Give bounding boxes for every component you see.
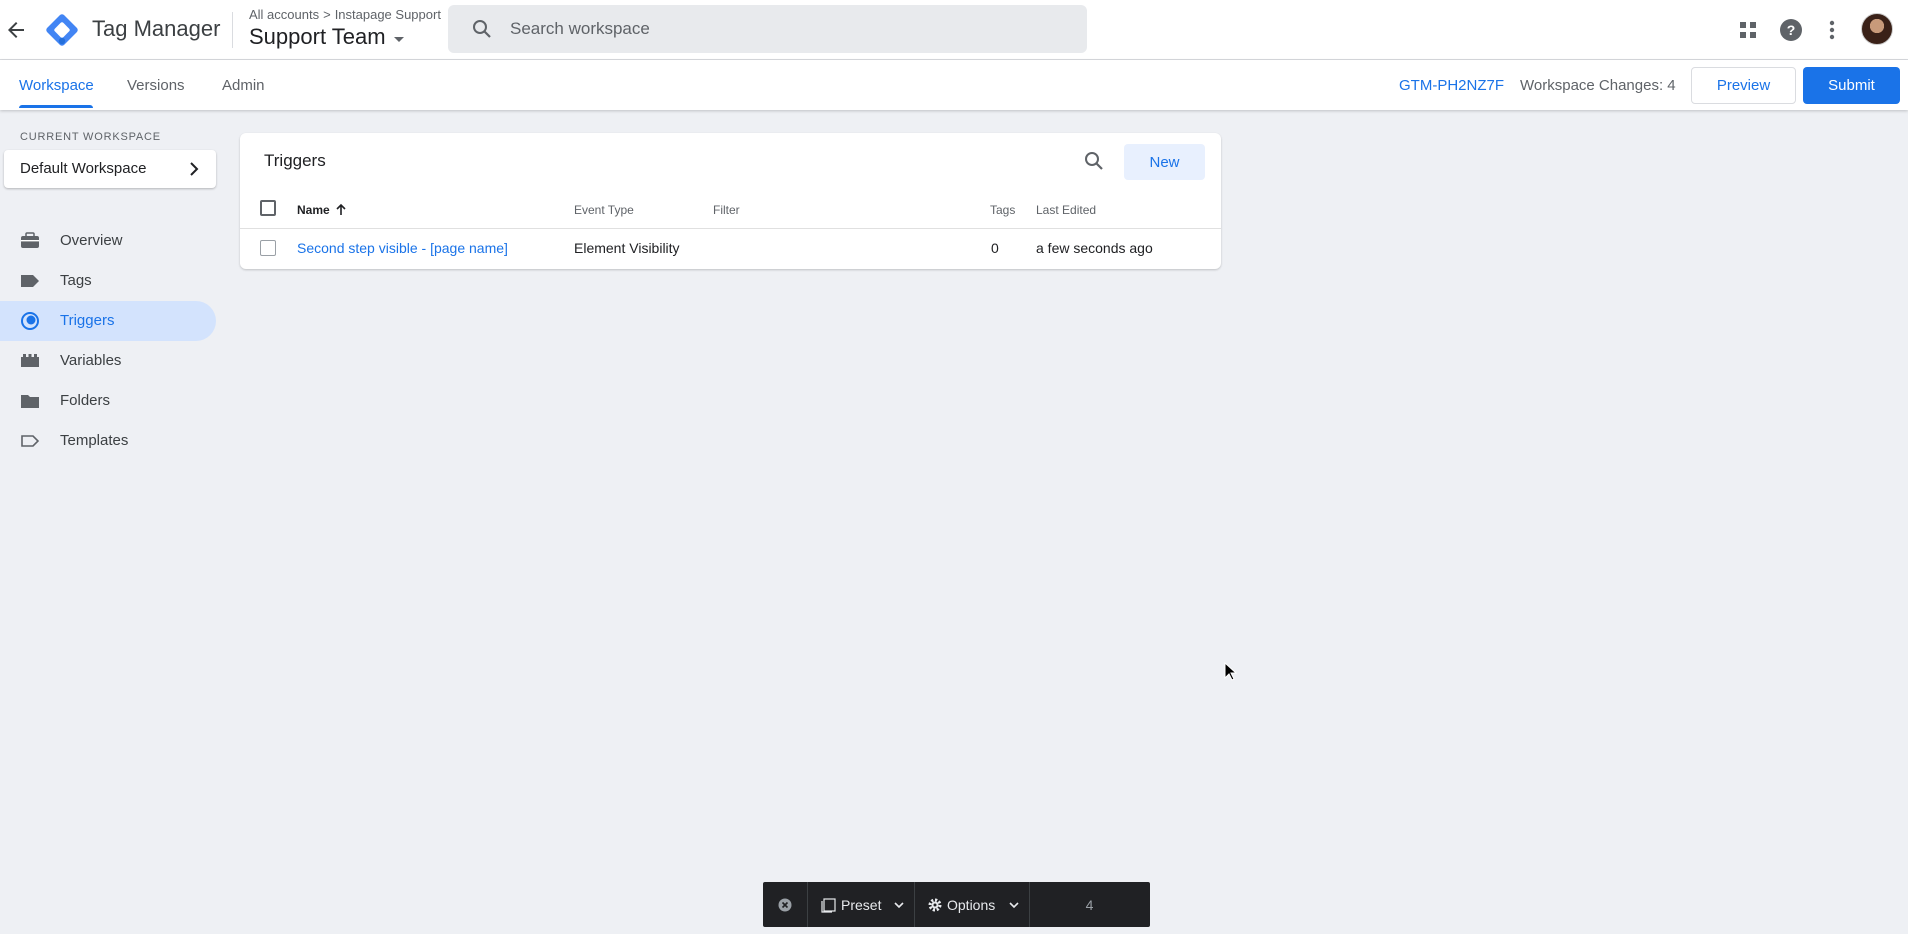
tab-workspace[interactable]: Workspace (19, 77, 94, 94)
row-checkbox[interactable] (260, 240, 276, 256)
divider (232, 12, 233, 48)
trigger-icon (21, 312, 39, 330)
divider (807, 882, 808, 927)
sidebar-item-label: Folders (60, 392, 111, 409)
options-button[interactable]: Options (927, 882, 995, 927)
card-title: Triggers (264, 151, 326, 170)
sidebar-item-label: Overview (60, 232, 123, 249)
search-bar[interactable] (448, 5, 1087, 53)
sort-ascending-icon (336, 203, 346, 215)
count-display: 4 (1085, 896, 1094, 913)
preset-frame-icon (821, 897, 836, 913)
chevron-down-icon (1009, 901, 1019, 908)
preset-label: Preset (841, 896, 882, 913)
breadcrumb-separator: > (323, 7, 331, 22)
tab-versions[interactable]: Versions (127, 77, 185, 94)
options-dropdown-button[interactable] (1008, 882, 1020, 927)
workspace-name: Default Workspace (20, 160, 147, 177)
trigger-name-link[interactable]: Second step visible - [page name] (297, 240, 508, 256)
new-trigger-button[interactable]: New (1124, 144, 1205, 180)
trigger-tags-count: 0 (991, 240, 999, 256)
sidebar-item-folders[interactable]: Folders (0, 381, 216, 421)
sidebar-item-tags[interactable]: Tags (0, 261, 216, 301)
options-label: Options (947, 896, 996, 913)
sidebar-item-label: Variables (60, 352, 122, 369)
close-button[interactable] (777, 882, 795, 927)
container-name: Support Team (249, 24, 386, 49)
chevron-down-icon (894, 901, 904, 908)
sidebar-item-label: Triggers (60, 312, 115, 329)
column-header-name[interactable]: Name (297, 203, 348, 217)
breadcrumb-all-accounts[interactable]: All accounts (249, 7, 319, 22)
mouse-cursor-icon (1224, 662, 1238, 681)
variables-icon (21, 354, 39, 367)
column-header-last-edited[interactable]: Last Edited (1036, 203, 1096, 217)
svg-text:?: ? (1787, 22, 1796, 38)
active-tab-indicator (19, 105, 93, 108)
chevron-right-icon (190, 162, 199, 176)
trigger-event-type: Element Visibility (574, 240, 680, 256)
triggers-card: Triggers New Name Event Type Filter Tags… (240, 133, 1221, 269)
app-bar: Tag Manager All accounts > Instapage Suppo… (0, 0, 1908, 60)
search-icon (473, 20, 491, 38)
sidebar-item-label: Tags (60, 272, 92, 289)
column-header-filter[interactable]: Filter (713, 203, 740, 217)
submit-button[interactable]: Submit (1803, 67, 1900, 104)
help-icon[interactable]: ? (1777, 16, 1805, 44)
preview-button[interactable]: Preview (1691, 67, 1796, 104)
close-icon (778, 898, 792, 911)
dropdown-caret-icon (393, 36, 404, 42)
briefcase-icon (21, 232, 39, 248)
sidebar-item-overview[interactable]: Overview (0, 221, 216, 261)
divider (914, 882, 915, 927)
search-icon[interactable] (1082, 149, 1106, 173)
template-icon (21, 435, 40, 447)
sidebar-item-variables[interactable]: Variables (0, 341, 216, 381)
sidebar-item-label: Templates (60, 432, 129, 449)
select-all-checkbox[interactable] (260, 200, 276, 216)
floating-toolbar: Preset Options 4 (763, 882, 1150, 927)
current-workspace-label: CURRENT WORKSPACE (20, 131, 161, 143)
preset-dropdown-button[interactable] (893, 882, 905, 927)
container-selector[interactable]: Support Team (249, 24, 404, 50)
back-arrow-icon[interactable] (4, 18, 28, 42)
container-id-link[interactable]: GTM-PH2NZ7F (1399, 77, 1504, 94)
avatar[interactable] (1861, 13, 1893, 45)
preset-button[interactable]: Preset (821, 882, 881, 927)
column-header-tags[interactable]: Tags (990, 203, 1015, 217)
workspace-selector[interactable]: Default Workspace (4, 150, 216, 188)
workspace-changes: Workspace Changes: 4 (1520, 77, 1676, 94)
search-input[interactable] (510, 15, 1070, 43)
column-header-label: Name (297, 203, 330, 217)
folder-icon (21, 395, 39, 408)
breadcrumb: All accounts > Instapage Support (249, 7, 441, 22)
trigger-last-edited: a few seconds ago (1036, 240, 1153, 256)
divider (240, 228, 1221, 229)
apps-grid-icon[interactable] (1734, 16, 1762, 44)
tag-manager-logo-icon (46, 14, 78, 46)
product-name: Tag Manager (92, 16, 221, 41)
tab-admin[interactable]: Admin (222, 77, 265, 94)
sidebar-item-triggers[interactable]: Triggers (0, 301, 216, 341)
breadcrumb-account[interactable]: Instapage Support (335, 7, 441, 22)
gear-icon (928, 898, 942, 911)
more-vert-icon[interactable] (1818, 16, 1846, 44)
sidebar-item-templates[interactable]: Templates (0, 421, 216, 461)
tag-icon (21, 275, 39, 287)
column-header-event-type[interactable]: Event Type (574, 203, 634, 217)
